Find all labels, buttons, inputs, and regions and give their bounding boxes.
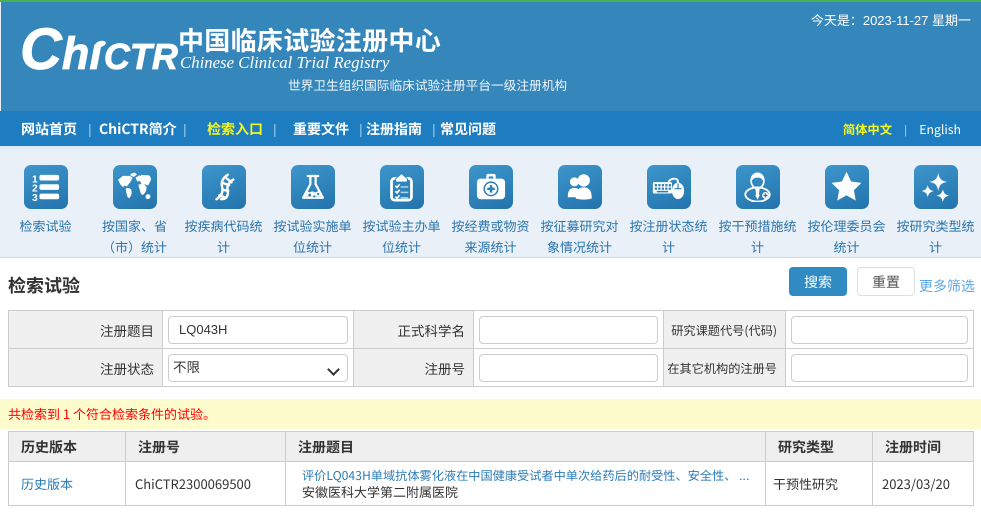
svg-text:3: 3 (31, 193, 37, 202)
